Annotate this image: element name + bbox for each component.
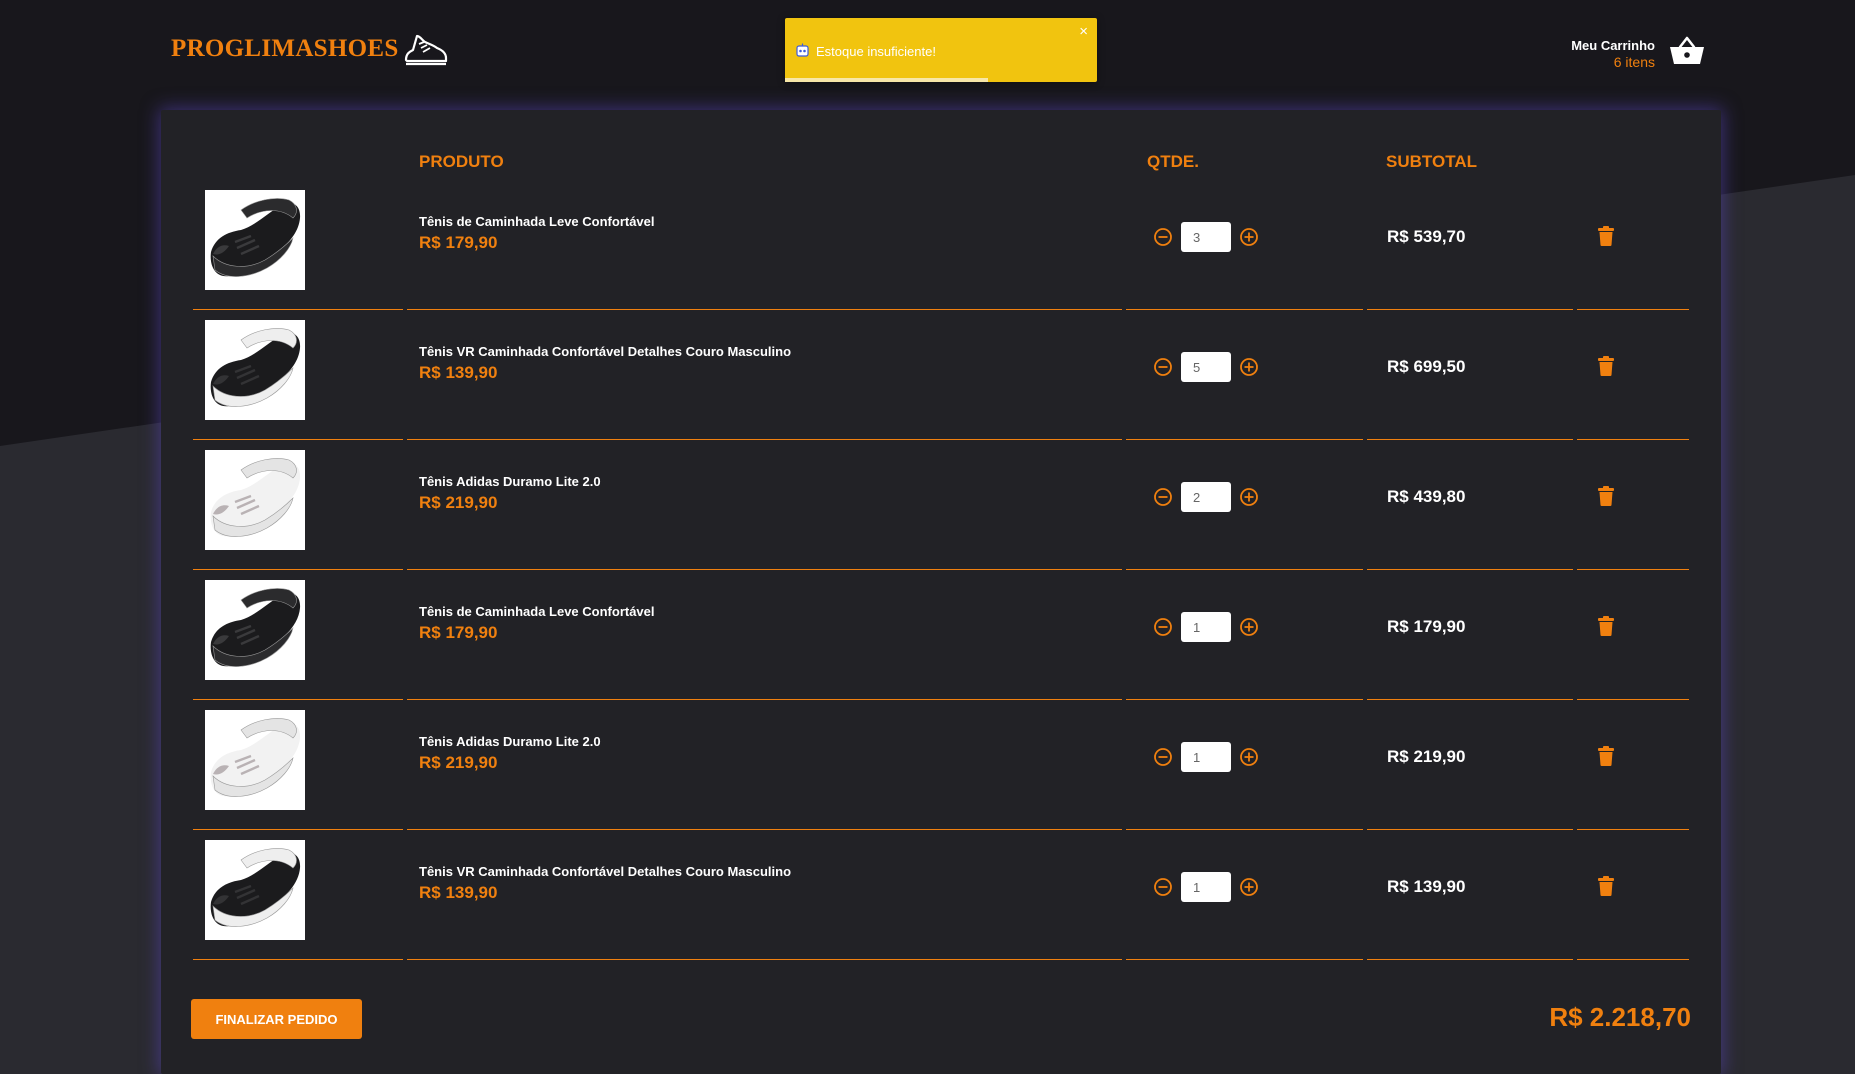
header-product: PRODUTO [419, 152, 504, 171]
quantity-input[interactable] [1181, 352, 1231, 382]
quantity-stepper [1153, 872, 1259, 902]
plus-circle-icon[interactable] [1239, 747, 1259, 767]
brand-name: PROGLIMASHOES [171, 35, 399, 62]
item-subtotal: R$ 179,90 [1387, 617, 1466, 636]
toast-message: Estoque insuficiente! [816, 44, 936, 59]
quantity-stepper [1153, 482, 1259, 512]
minus-circle-icon[interactable] [1153, 487, 1173, 507]
product-name[interactable]: Tênis VR Caminhada Confortável Detalhes … [419, 344, 791, 359]
trash-icon[interactable] [1598, 876, 1614, 901]
site-header: PROGLIMASHOES Estoque insuficiente! × Me… [0, 0, 1855, 110]
product-price: R$ 219,90 [419, 493, 498, 512]
row-divider [1367, 959, 1573, 960]
row-divider [1577, 959, 1689, 960]
toast-close-button[interactable]: × [1079, 24, 1088, 39]
row-divider [1126, 959, 1363, 960]
product-name[interactable]: Tênis Adidas Duramo Lite 2.0 [419, 734, 601, 749]
product-name[interactable]: Tênis de Caminhada Leve Confortável [419, 604, 655, 619]
quantity-input[interactable] [1181, 742, 1231, 772]
quantity-stepper [1153, 352, 1259, 382]
product-image[interactable] [205, 580, 305, 680]
product-price: R$ 179,90 [419, 233, 498, 252]
product-image[interactable] [205, 710, 305, 810]
order-total: R$ 2.218,70 [1549, 1002, 1691, 1032]
plus-circle-icon[interactable] [1239, 487, 1259, 507]
trash-icon[interactable] [1598, 616, 1614, 641]
plus-circle-icon[interactable] [1239, 617, 1259, 637]
product-image[interactable] [205, 190, 305, 290]
product-name[interactable]: Tênis de Caminhada Leve Confortável [419, 214, 655, 229]
cart-item-row: Tênis de Caminhada Leve Confortável R$ 1… [193, 570, 1689, 700]
brand-logo[interactable]: PROGLIMASHOES [171, 30, 449, 68]
row-divider [193, 959, 403, 960]
cart-item-row: Tênis VR Caminhada Confortável Detalhes … [193, 310, 1689, 440]
product-price: R$ 219,90 [419, 753, 498, 772]
cart-item-count: 6 itens [1613, 53, 1655, 70]
plus-circle-icon[interactable] [1239, 877, 1259, 897]
header-quantity: QTDE. [1147, 152, 1199, 171]
quantity-input[interactable] [1181, 872, 1231, 902]
sneaker-icon [403, 30, 449, 68]
toast-notification: Estoque insuficiente! × [785, 18, 1097, 82]
item-subtotal: R$ 139,90 [1387, 877, 1466, 896]
quantity-stepper [1153, 742, 1259, 772]
quantity-input[interactable] [1181, 612, 1231, 642]
header-subtotal: SUBTOTAL [1386, 152, 1477, 171]
minus-circle-icon[interactable] [1153, 747, 1173, 767]
minus-circle-icon[interactable] [1153, 357, 1173, 377]
product-name[interactable]: Tênis VR Caminhada Confortável Detalhes … [419, 864, 791, 879]
trash-icon[interactable] [1598, 486, 1614, 511]
cart-item-row: Tênis de Caminhada Leve Confortável R$ 1… [193, 180, 1689, 310]
quantity-input[interactable] [1181, 482, 1231, 512]
minus-circle-icon[interactable] [1153, 227, 1173, 247]
cart-summary-button[interactable]: Meu Carrinho 6 itens [1571, 36, 1705, 71]
product-name[interactable]: Tênis Adidas Duramo Lite 2.0 [419, 474, 601, 489]
minus-circle-icon[interactable] [1153, 617, 1173, 637]
minus-circle-icon[interactable] [1153, 877, 1173, 897]
checkout-button[interactable]: FINALIZAR PEDIDO [191, 999, 362, 1039]
item-subtotal: R$ 699,50 [1387, 357, 1466, 376]
plus-circle-icon[interactable] [1239, 227, 1259, 247]
product-price: R$ 139,90 [419, 883, 498, 902]
product-image[interactable] [205, 320, 305, 420]
trash-icon[interactable] [1598, 746, 1614, 771]
robot-icon [795, 43, 810, 63]
row-divider [407, 959, 1122, 960]
product-price: R$ 179,90 [419, 623, 498, 642]
cart-title: Meu Carrinho [1571, 37, 1655, 53]
cart-item-row: Tênis Adidas Duramo Lite 2.0 R$ 219,90 R… [193, 700, 1689, 830]
item-subtotal: R$ 539,70 [1387, 227, 1466, 246]
cart-item-row: Tênis Adidas Duramo Lite 2.0 R$ 219,90 R… [193, 440, 1689, 570]
cart-panel: PRODUTO QTDE. SUBTOTAL Tênis de Caminhad… [161, 110, 1721, 1074]
product-image[interactable] [205, 840, 305, 940]
plus-circle-icon[interactable] [1239, 357, 1259, 377]
item-subtotal: R$ 439,80 [1387, 487, 1466, 506]
quantity-stepper [1153, 222, 1259, 252]
quantity-stepper [1153, 612, 1259, 642]
item-subtotal: R$ 219,90 [1387, 747, 1466, 766]
basket-icon [1669, 36, 1705, 71]
product-image[interactable] [205, 450, 305, 550]
quantity-input[interactable] [1181, 222, 1231, 252]
product-price: R$ 139,90 [419, 363, 498, 382]
cart-item-row: Tênis VR Caminhada Confortável Detalhes … [193, 830, 1689, 960]
toast-progress-bar [785, 78, 988, 82]
trash-icon[interactable] [1598, 226, 1614, 251]
trash-icon[interactable] [1598, 356, 1614, 381]
